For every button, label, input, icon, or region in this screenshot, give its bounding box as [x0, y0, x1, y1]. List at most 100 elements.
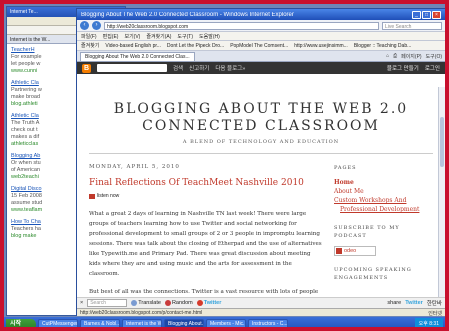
next-blog-link[interactable]: 다음 블로그» [215, 64, 245, 72]
speaking-heading: UPCOMING SPEAKING ENGAGEMENTS [334, 267, 412, 281]
addon-toolbar: × Search Translate Random Twitter share … [77, 297, 445, 308]
blogger-search-input[interactable] [97, 64, 167, 72]
twitter-label: Twitter [203, 300, 222, 306]
close-icon[interactable]: × [432, 10, 441, 19]
listen-label: listen now [97, 193, 120, 199]
sidebar: PAGES Home About Me Custom Workshops And… [334, 164, 433, 299]
twitter-button-2[interactable]: Twitter [405, 300, 423, 306]
report-link[interactable]: 신고하기 [189, 64, 209, 72]
forward-icon[interactable]: › [92, 21, 101, 30]
menu-item[interactable]: 즐겨찾기(A) [146, 33, 171, 40]
podcast-heading: SUBSCRIBE TO MY PODCAST [334, 225, 400, 239]
tab-blogging[interactable]: Blogging About The Web 2.0 Connected Cla… [80, 51, 195, 61]
taskbar: 시작 CutPMessenger Barnes & Nobl... Intern… [4, 317, 445, 327]
page-link-pd[interactable]: Professional Development [334, 205, 433, 214]
odeo-badge[interactable]: odeo [334, 246, 376, 256]
start-button[interactable]: 시작 [6, 318, 36, 327]
blogger-right-links: 블로그 만들기 로그인 [387, 64, 440, 72]
system-tray-clock[interactable]: 오후 8:31 [414, 318, 443, 327]
random-label: Random [171, 300, 193, 306]
favorite-item[interactable]: PopModel The Comsent... [230, 43, 288, 49]
screen: Internet Te... Internet is the W... Teac… [0, 0, 449, 331]
navigation-bar: ‹ › http://web20classroom.blogspot.com L… [77, 20, 445, 32]
minimize-icon[interactable]: _ [412, 10, 421, 19]
menu-bar: 파일(F) 편집(E) 보기(V) 즐겨찾기(A) 도구(T) 도움말(H) [77, 32, 445, 41]
taskbar-item[interactable]: Internet is the W... [122, 319, 162, 327]
page-menu[interactable]: 페이지(P) [401, 53, 421, 60]
pages-heading: PAGES [334, 165, 357, 171]
window-titlebar[interactable]: Blogging About The Web 2.0 Connected Cla… [77, 9, 445, 20]
taskbar-item[interactable]: CutPMessenger [38, 319, 78, 327]
post-date: MONDAY, APRIL 5, 2010 [89, 164, 180, 170]
page-link-about[interactable]: About Me [334, 187, 433, 196]
address-bar[interactable]: http://web20classroom.blogspot.com [104, 21, 379, 30]
post-paragraph: What a great 2 days of learning in Nashv… [89, 211, 322, 277]
blog-page: BLOGGING ABOUT THE WEB 2.0 CONNECTED CLA… [77, 87, 445, 299]
close-icon[interactable]: × [80, 300, 83, 306]
post-title[interactable]: Final Reflections Of TeachMeet Nashville… [89, 178, 324, 188]
page-link-workshops[interactable]: Custom Workshops And [334, 196, 433, 205]
login-link[interactable]: 로그인 [425, 64, 440, 72]
window-title: Blogging About The Web 2.0 Connected Cla… [81, 11, 294, 18]
odeo-icon [336, 248, 342, 254]
blog-title[interactable]: BLOGGING ABOUT THE WEB 2.0 [89, 101, 433, 118]
favorites-bar: 즐겨찾기 Video-based English pr... Dont Let … [77, 41, 445, 51]
random-icon [164, 300, 171, 306]
taskbar-item[interactable]: Blogging About... [164, 319, 204, 327]
speaker-icon [89, 193, 95, 199]
twitter-button[interactable]: Twitter [196, 300, 222, 306]
random-button[interactable]: Random [164, 300, 193, 306]
browser-window[interactable]: Blogging About The Web 2.0 Connected Cla… [76, 8, 445, 316]
menu-item[interactable]: 편집(E) [103, 33, 119, 40]
pages-section: PAGES Home About Me Custom Workshops And… [334, 164, 433, 214]
translate-icon [131, 300, 138, 306]
back-icon[interactable]: ‹ [80, 21, 89, 30]
page-link-home[interactable]: Home [334, 178, 433, 187]
share-button[interactable]: share [387, 300, 401, 306]
odeo-label: odeo [344, 248, 357, 254]
taskbar-item[interactable]: Members - Mic... [206, 319, 246, 327]
toolbar-search-input[interactable]: Search [87, 299, 128, 307]
menu-item[interactable]: 보기(V) [124, 33, 140, 40]
listen-now-button[interactable]: listen now [89, 193, 324, 199]
translate-button[interactable]: Translate [131, 300, 161, 306]
twitter-label-2: Twitter [405, 300, 423, 306]
blogger-logo-icon[interactable]: B [82, 63, 91, 73]
status-url: http://web20classroom.blogspot.com/p/con… [80, 310, 203, 316]
blog-header: BLOGGING ABOUT THE WEB 2.0 CONNECTED CLA… [89, 87, 433, 154]
translate-label: Translate [138, 300, 161, 306]
create-blog-link[interactable]: 블로그 만들기 [387, 64, 419, 72]
menu-item[interactable]: 도구(T) [177, 33, 193, 40]
search-input[interactable]: Live Search [382, 21, 442, 30]
menu-item[interactable]: 도움말(H) [199, 33, 220, 40]
home-icon[interactable]: ⌂ [386, 53, 389, 60]
blog-subtitle: A BLEND OF TECHNOLOGY AND EDUCATION [182, 139, 340, 145]
podcast-section: SUBSCRIBE TO MY PODCAST odeo [334, 224, 433, 256]
favorite-item[interactable]: 즐겨찾기 [81, 42, 99, 49]
toolbar-menu[interactable]: 한탄바 [427, 299, 442, 307]
status-zone: 인터넷 [428, 311, 442, 316]
share-label: share [387, 300, 402, 306]
blog-title-line2[interactable]: CONNECTED CLASSROOM [89, 118, 433, 135]
twitter-icon [196, 300, 203, 306]
post-body: What a great 2 days of learning in Nashv… [89, 209, 324, 299]
blogger-search-button[interactable]: 검색 [173, 64, 183, 72]
tab-bar: Blogging About The Web 2.0 Connected Cla… [77, 51, 445, 62]
page-scrollbar[interactable] [438, 87, 445, 299]
tools-menu[interactable]: 도구(O) [426, 53, 442, 60]
window-controls: _ □ × [412, 10, 441, 19]
status-bar: http://web20classroom.blogspot.com/p/con… [77, 308, 445, 316]
maximize-icon[interactable]: □ [422, 10, 431, 19]
blogger-navbar: B 검색 신고하기 다음 블로그» 블로그 만들기 로그인 [77, 62, 445, 74]
favorite-item[interactable]: Blogger :: Teaching Dab... [354, 43, 411, 49]
taskbar-item[interactable]: Barnes & Nobl... [80, 319, 120, 327]
favorite-item[interactable]: Dont Let the Pipeck Dro... [167, 43, 224, 49]
print-icon[interactable]: ⎙ [393, 53, 397, 60]
menu-item[interactable]: 파일(F) [81, 33, 97, 40]
scrollbar-thumb[interactable] [440, 117, 444, 167]
taskbar-item[interactable]: Instructors - C... [248, 319, 288, 327]
favorite-item[interactable]: http://www.usejinsimm... [294, 43, 348, 49]
speaking-section: UPCOMING SPEAKING ENGAGEMENTS [334, 266, 433, 282]
tab-tools: ⌂ ⎙ 페이지(P) 도구(O) [386, 53, 442, 60]
favorite-item[interactable]: Video-based English pr... [105, 43, 161, 49]
